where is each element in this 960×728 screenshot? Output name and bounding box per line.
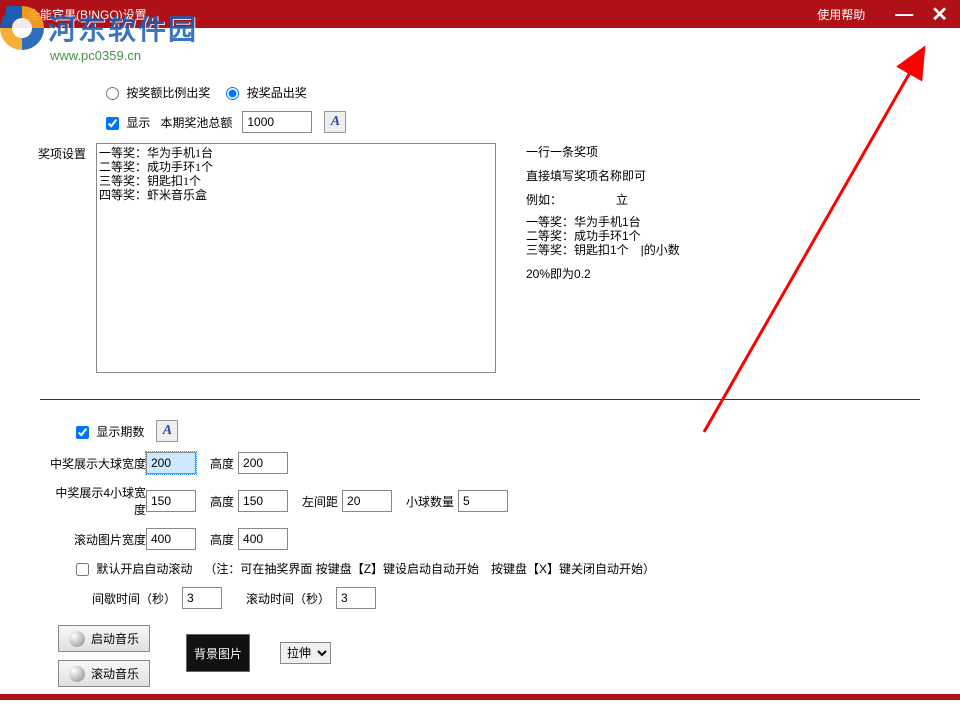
pool-amount-input[interactable]: [242, 111, 312, 133]
start-music-button[interactable]: 启动音乐: [58, 625, 150, 652]
big-ball-height-input[interactable]: [238, 452, 288, 474]
show-period-checkbox[interactable]: 显示期数: [76, 423, 144, 440]
pool-label: 本期奖池总额: [160, 114, 232, 131]
title-bar: 全能宾果(BINGO)设置 使用帮助 — ✕: [0, 0, 960, 28]
small-ball-count-label: 小球数量: [406, 493, 454, 510]
app-icon: [6, 6, 22, 22]
prize-settings-label: 奖项设置: [30, 143, 96, 162]
scroll-img-width-label: 滚动图片宽度: [46, 531, 146, 548]
minimize-button[interactable]: —: [895, 10, 913, 18]
auto-scroll-note: （注：可在抽奖界面 按键盘【Z】键设启动自动开始 按键盘【X】键关闭自动开始）: [204, 560, 655, 577]
radio-by-prize[interactable]: 按奖品出奖: [226, 84, 306, 101]
stretch-select[interactable]: 拉伸: [280, 642, 331, 664]
close-button[interactable]: ✕: [931, 2, 948, 27]
roll-time-input[interactable]: [336, 587, 376, 609]
idle-time-input[interactable]: [182, 587, 222, 609]
small-ball-gap-label: 左间距: [302, 493, 338, 510]
window-title: 全能宾果(BINGO)设置: [28, 6, 147, 23]
speaker-icon: [69, 666, 85, 682]
bg-image-button[interactable]: 背景图片: [186, 634, 250, 672]
award-mode-row: 按奖额比例出奖 按奖品出奖: [106, 84, 920, 101]
small-ball-height-label: 高度: [210, 493, 234, 510]
small-ball-width-input[interactable]: [146, 490, 196, 512]
bottom-border: [0, 694, 960, 700]
show-pool-checkbox[interactable]: 显示: [106, 114, 150, 131]
big-ball-width-input[interactable]: [146, 452, 196, 474]
small-ball-height-input[interactable]: [238, 490, 288, 512]
small-ball-gap-input[interactable]: [342, 490, 392, 512]
scroll-img-height-input[interactable]: [238, 528, 288, 550]
font-button-pool[interactable]: A: [324, 111, 346, 133]
small-ball-width-label: 中奖展示4小球宽度: [46, 484, 146, 518]
big-ball-height-label: 高度: [210, 455, 234, 472]
scroll-img-height-label: 高度: [210, 531, 234, 548]
pool-row: 显示 本期奖池总额 A: [106, 111, 920, 133]
small-ball-count-input[interactable]: [458, 490, 508, 512]
scroll-music-button[interactable]: 滚动音乐: [58, 660, 150, 687]
auto-scroll-checkbox[interactable]: 默认开启自动滚动: [76, 560, 192, 577]
idle-time-label: 间歇时间（秒）: [92, 590, 176, 607]
prize-help-text: 一行一条奖项 直接填写奖项名称即可 例如： 立 一等奖：华为手机1台 二等奖：成…: [526, 143, 680, 289]
speaker-icon: [69, 631, 85, 647]
radio-by-amount[interactable]: 按奖额比例出奖: [106, 84, 210, 101]
prize-settings-textarea[interactable]: 一等奖：华为手机1台 二等奖：成功手环1个 三等奖：钥匙扣1个 四等奖：虾米音乐…: [96, 143, 496, 373]
font-button-period[interactable]: A: [156, 420, 178, 442]
roll-time-label: 滚动时间（秒）: [246, 590, 330, 607]
scroll-img-width-input[interactable]: [146, 528, 196, 550]
big-ball-width-label: 中奖展示大球宽度: [46, 455, 146, 472]
section-divider: [40, 399, 920, 400]
help-link[interactable]: 使用帮助: [817, 6, 865, 23]
